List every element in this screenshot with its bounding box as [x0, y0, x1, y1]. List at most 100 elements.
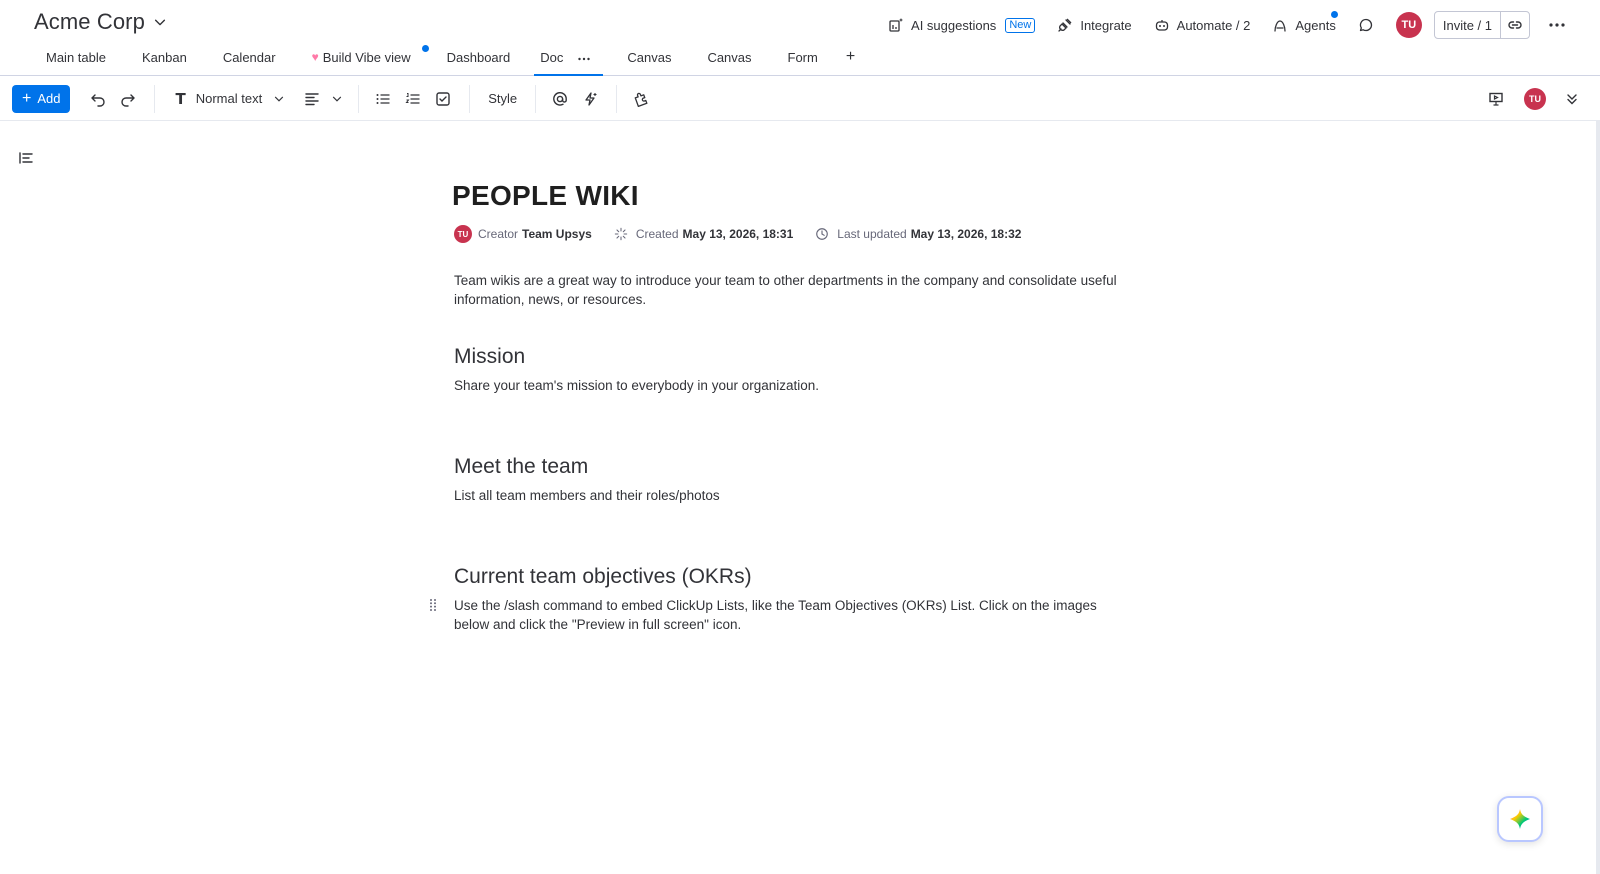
- toolbar-right: TU: [1482, 85, 1588, 113]
- tab-label: Kanban: [141, 50, 187, 65]
- new-badge: New: [1005, 17, 1036, 33]
- more-options-button[interactable]: [1548, 16, 1566, 34]
- ai-assist-button[interactable]: [576, 85, 604, 113]
- automate-button[interactable]: Automate / 2: [1154, 17, 1251, 33]
- agents-notification-dot: [1330, 11, 1338, 18]
- scrollbar[interactable]: [1596, 121, 1600, 874]
- checkbox-icon: [436, 91, 450, 106]
- board-title: Acme Corp: [34, 9, 145, 34]
- undo-button[interactable]: [84, 85, 112, 113]
- doc-content: PEOPLE WIKI TU Creator Team Upsys Create…: [430, 180, 1154, 634]
- numbered-list-button[interactable]: [399, 85, 427, 113]
- tab-dashboard[interactable]: Dashboard: [435, 44, 523, 76]
- tab-label: Form: [787, 50, 818, 65]
- section-heading-mission[interactable]: Mission: [454, 345, 1154, 369]
- tab-doc[interactable]: Doc: [534, 44, 604, 76]
- bulleted-list-icon: [376, 93, 390, 104]
- ai-suggestions-button[interactable]: AI suggestions New: [888, 17, 1036, 33]
- section-heading-okrs[interactable]: Current team objectives (OKRs): [454, 565, 1154, 589]
- text-style-label: Normal text: [195, 91, 263, 106]
- bulleted-list-button[interactable]: [369, 85, 397, 113]
- creator-avatar: TU: [454, 225, 472, 243]
- tab-build-vibe-view[interactable]: ♥ Build Vibe view: [300, 44, 429, 76]
- align-button[interactable]: [298, 85, 326, 113]
- section-heading-meet-the-team[interactable]: Meet the team: [454, 455, 1154, 479]
- doc-title[interactable]: PEOPLE WIKI: [452, 180, 1154, 212]
- tab-canvas-2[interactable]: Canvas: [695, 44, 763, 76]
- collaborator-avatar[interactable]: TU: [1524, 88, 1546, 110]
- toolbar-divider: [535, 84, 537, 113]
- plug-icon: [1058, 18, 1072, 32]
- integrate-label: Integrate: [1080, 17, 1132, 33]
- tab-label: Calendar: [222, 50, 276, 65]
- redo-icon: [121, 93, 136, 107]
- section-body-meet-the-team[interactable]: List all team members and their roles/ph…: [454, 486, 1154, 505]
- tab-label: Build Vibe view: [322, 50, 411, 65]
- intro-paragraph[interactable]: Team wikis are a great way to introduce …: [454, 271, 1154, 309]
- user-avatar-button[interactable]: TU: [1395, 12, 1422, 38]
- style-button[interactable]: Style: [480, 91, 525, 106]
- more-horizontal-icon: [578, 57, 591, 61]
- plus-icon: +: [22, 89, 32, 107]
- apps-button[interactable]: [627, 85, 655, 113]
- collapse-toolbar-button[interactable]: [1558, 85, 1586, 113]
- tab-calendar[interactable]: Calendar: [211, 44, 288, 76]
- magic-wand-icon: [585, 91, 597, 106]
- numbered-list-icon: [405, 92, 420, 104]
- agents-button[interactable]: Agents: [1272, 11, 1338, 33]
- board-title-dropdown[interactable]: Acme Corp: [34, 9, 167, 35]
- align-dropdown-button[interactable]: [328, 85, 346, 113]
- add-block-button[interactable]: + Add: [12, 84, 71, 113]
- top-actions: AI suggestions New Integrate Automate / …: [866, 11, 1566, 39]
- creator-name: Team Upsys: [522, 227, 592, 241]
- section-body-mission[interactable]: Share your team's mission to everybody i…: [454, 376, 1154, 395]
- tab-canvas-1[interactable]: Canvas: [615, 44, 683, 76]
- invite-group: Invite / 1: [1433, 11, 1530, 39]
- doc-meta: TU Creator Team Upsys Created May 13, 20…: [454, 224, 1154, 244]
- checklist-button[interactable]: [429, 85, 457, 113]
- updated-value: May 13, 2026, 18:32: [910, 227, 1022, 241]
- tab-options-button[interactable]: [567, 50, 591, 69]
- tab-form[interactable]: Form: [776, 44, 830, 76]
- tab-kanban[interactable]: Kanban: [130, 44, 199, 76]
- align-left-icon: [305, 92, 319, 105]
- ai-suggestions-label: AI suggestions: [911, 17, 997, 33]
- agents-icon: [1274, 20, 1287, 32]
- tab-label: Dashboard: [446, 50, 511, 65]
- text-type-icon: T: [175, 89, 186, 108]
- drag-handle-icon[interactable]: [428, 598, 438, 612]
- okr-block: Use the /slash command to embed ClickUp …: [430, 596, 1124, 634]
- tab-label: Main table: [46, 50, 106, 65]
- add-label: Add: [37, 91, 61, 106]
- ai-suggestions-icon: [889, 18, 904, 32]
- link-icon: [1508, 21, 1522, 29]
- toolbar-divider: [469, 84, 471, 113]
- robot-icon: [1155, 20, 1168, 31]
- present-button[interactable]: [1482, 85, 1510, 113]
- board-header: Acme Corp AI suggestions New Integrate A…: [0, 0, 1600, 76]
- redo-button[interactable]: [114, 85, 142, 113]
- integrate-button[interactable]: Integrate: [1057, 17, 1132, 33]
- tab-main-table[interactable]: Main table: [34, 44, 118, 76]
- creator-label: Creator: [478, 227, 519, 241]
- double-chevron-down-icon: [1567, 94, 1577, 105]
- toolbar-divider: [616, 84, 618, 113]
- copy-link-button[interactable]: [1501, 12, 1529, 38]
- add-view-button[interactable]: +: [846, 44, 855, 66]
- updates-button[interactable]: [1358, 17, 1374, 33]
- new-indicator-dot: [421, 45, 429, 52]
- section-body-okrs[interactable]: Use the /slash command to embed ClickUp …: [454, 596, 1124, 634]
- automate-label: Automate / 2: [1176, 17, 1251, 33]
- sparkle-loader-icon: [614, 227, 628, 241]
- clock-icon: [816, 228, 829, 240]
- toolbar-divider: [358, 84, 360, 113]
- avatar: TU: [1395, 12, 1422, 38]
- invite-button[interactable]: Invite / 1: [1435, 12, 1501, 38]
- table-of-contents-icon[interactable]: [18, 150, 34, 166]
- text-style-dropdown[interactable]: T Normal text: [175, 90, 286, 108]
- toolbar-divider: [154, 84, 156, 113]
- mention-button[interactable]: [546, 85, 574, 113]
- ai-assistant-button[interactable]: [1497, 796, 1543, 842]
- agents-label: Agents: [1295, 17, 1336, 33]
- tab-label: Doc: [540, 50, 564, 65]
